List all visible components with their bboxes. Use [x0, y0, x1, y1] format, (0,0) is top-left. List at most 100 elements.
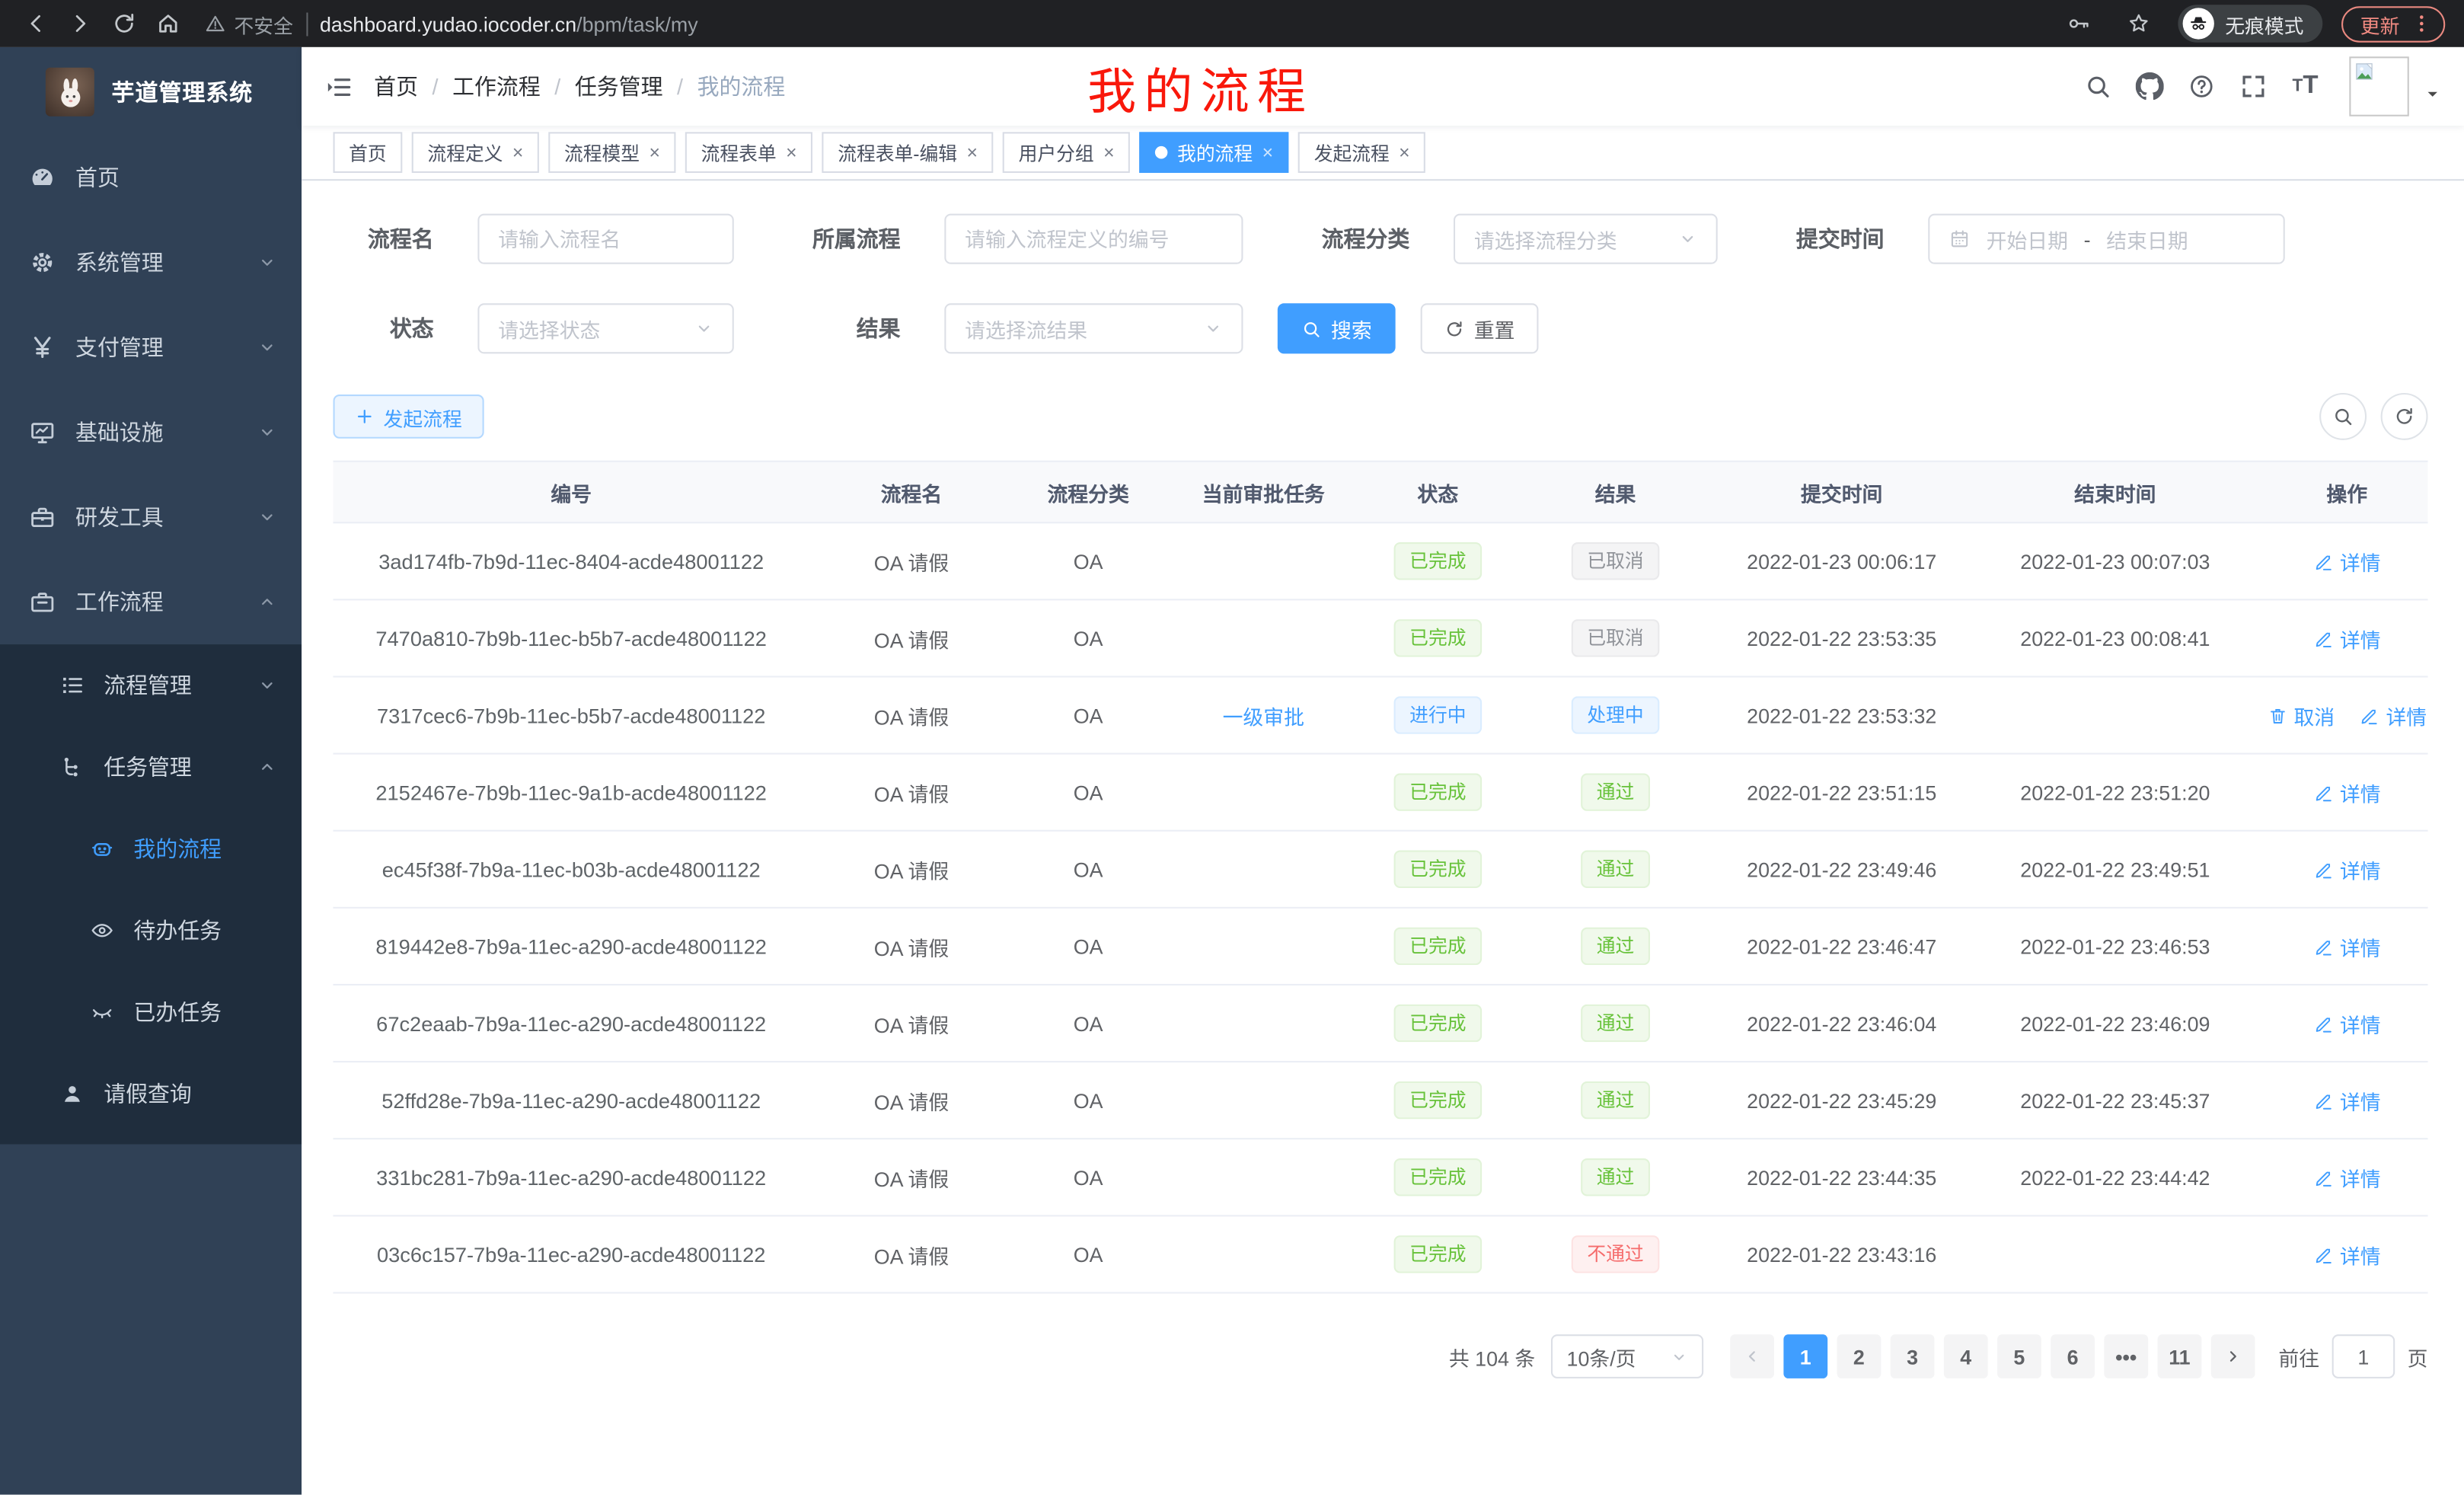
category-select[interactable]: 请选择流程分类 — [1454, 214, 1718, 264]
show-search-button[interactable] — [2319, 393, 2367, 440]
detail-action[interactable]: 详情 — [2313, 855, 2381, 884]
sidebar-item-icon — [28, 248, 56, 276]
browser-update-button[interactable]: 更新 — [2341, 5, 2445, 41]
next-page-button[interactable] — [2211, 1334, 2255, 1378]
sidebar-item-process-management[interactable]: 流程管理 — [0, 644, 302, 726]
sidebar-item[interactable]: 基础设施 — [0, 390, 302, 474]
sidebar-item[interactable]: 系统管理 — [0, 220, 302, 305]
tab[interactable]: 流程表单-编辑 × — [822, 132, 994, 173]
filter-process-name: 流程名 — [334, 214, 734, 264]
close-icon[interactable]: × — [1103, 143, 1114, 162]
page-number-button[interactable]: 2 — [1837, 1334, 1881, 1378]
tab[interactable]: 我的流程 × — [1140, 132, 1289, 173]
sidebar-item[interactable]: 支付管理 — [0, 305, 302, 389]
sidebar-subitem[interactable]: 已办任务 — [0, 971, 302, 1053]
date-range-picker[interactable]: 开始日期 - 结束日期 — [1928, 214, 2284, 264]
browser-back-button[interactable] — [16, 3, 57, 44]
page-number-button[interactable]: ••• — [2104, 1334, 2148, 1378]
close-icon[interactable]: × — [966, 143, 977, 162]
tab[interactable]: 首页 × — [334, 132, 403, 173]
table-header: 编号 流程名 流程分类 当前审批任务 状态 结果 提交时间 结束时间 操作 — [334, 461, 2428, 524]
detail-action[interactable]: 详情 — [2313, 931, 2381, 961]
page-size-select[interactable]: 10条/页 — [1551, 1334, 1703, 1378]
cell-id: 819442e8-7b9a-11ec-a290-acde48001122 — [334, 934, 809, 958]
browser-reload-button[interactable] — [104, 3, 145, 44]
process-name-input[interactable] — [477, 214, 733, 264]
page-size-value: 10条/页 — [1567, 1341, 1636, 1371]
sidebar-item-leave-query[interactable]: 请假查询 — [0, 1053, 302, 1135]
sidebar-subitem[interactable]: 我的流程 — [0, 808, 302, 890]
reset-button[interactable]: 重置 — [1421, 303, 1539, 353]
result-select[interactable]: 请选择流结果 — [944, 303, 1243, 353]
page-number-button[interactable]: 5 — [1997, 1334, 2041, 1378]
page-number-button[interactable]: 3 — [1891, 1334, 1935, 1378]
detail-action[interactable]: 详情 — [2313, 546, 2381, 576]
kebab-menu-icon[interactable] — [2411, 13, 2433, 35]
browser-forward-button[interactable] — [59, 3, 101, 44]
close-icon[interactable]: × — [786, 143, 796, 162]
search-button[interactable]: 搜索 — [1278, 303, 1396, 353]
sidebar-item-task-management[interactable]: 任务管理 — [0, 726, 302, 807]
refresh-button[interactable] — [2381, 393, 2428, 440]
breadcrumb-task-management[interactable]: 任务管理 — [575, 71, 663, 102]
browser-home-button[interactable] — [148, 3, 189, 44]
detail-action[interactable]: 详情 — [2313, 778, 2381, 807]
goto-page-input[interactable] — [2332, 1334, 2395, 1378]
page-content: 流程名 所属流程 流程分类 请选择流程分类 — [302, 180, 2464, 1494]
sidebar-item-icon — [28, 334, 56, 362]
cell-process-name: OA 请假 — [809, 1239, 1013, 1269]
breadcrumb-workflow[interactable]: 工作流程 — [452, 71, 541, 102]
question-icon[interactable] — [2182, 66, 2223, 107]
sidebar-item[interactable]: 首页 — [0, 135, 302, 219]
end-date-placeholder[interactable]: 结束日期 — [2106, 224, 2188, 254]
font-size-icon[interactable]: TT — [2285, 66, 2326, 107]
status-select[interactable]: 请选择状态 — [477, 303, 733, 353]
detail-action[interactable]: 详情 — [2313, 1008, 2381, 1038]
breadcrumb-home[interactable]: 首页 — [374, 71, 418, 102]
detail-action[interactable]: 详情 — [2313, 1085, 2381, 1115]
hamburger-icon[interactable] — [302, 72, 374, 101]
page-number-button[interactable]: 1 — [1783, 1334, 1827, 1378]
prev-page-button[interactable] — [1730, 1334, 1774, 1378]
close-icon[interactable]: × — [512, 143, 523, 162]
page-number-button[interactable]: 6 — [2051, 1334, 2095, 1378]
security-indicator[interactable]: 不安全 — [204, 8, 293, 38]
bookmark-star-icon[interactable] — [2118, 3, 2159, 44]
chevron-down-icon — [694, 319, 713, 338]
detail-action[interactable]: 详情 — [2313, 1162, 2381, 1192]
sidebar-item[interactable]: 工作流程 — [0, 560, 302, 644]
address-bar[interactable]: 不安全 dashboard.yudao.iocoder.cn/bpm/task/… — [204, 8, 2055, 38]
tab[interactable]: 流程定义 × — [412, 132, 539, 173]
tab[interactable]: 流程表单 × — [685, 132, 812, 173]
fullscreen-icon[interactable] — [2233, 66, 2274, 107]
cancel-action[interactable]: 取消 — [2267, 700, 2335, 730]
close-icon[interactable]: × — [1262, 143, 1273, 162]
start-process-button[interactable]: 发起流程 — [334, 395, 484, 439]
chevron-down-icon[interactable] — [2420, 69, 2448, 104]
status-badge: 已完成 — [1394, 619, 1483, 657]
start-date-placeholder[interactable]: 开始日期 — [1987, 224, 2068, 254]
detail-action[interactable]: 详情 — [2313, 1239, 2381, 1269]
sidebar-subitem[interactable]: 待办任务 — [0, 890, 302, 971]
tab[interactable]: 发起流程 × — [1298, 132, 1425, 173]
app-logo-row[interactable]: 芋道管理系统 — [0, 47, 302, 136]
tab[interactable]: 用户分组 × — [1003, 132, 1130, 173]
tab[interactable]: 流程模型 × — [548, 132, 675, 173]
detail-action[interactable]: 详情 — [2313, 623, 2381, 653]
github-icon[interactable] — [2129, 66, 2170, 107]
current-task-link[interactable]: 一级审批 — [1223, 700, 1304, 730]
avatar[interactable] — [2349, 56, 2408, 116]
cell-process-name: OA 请假 — [809, 1162, 1013, 1192]
owner-process-input[interactable] — [944, 214, 1243, 264]
key-icon[interactable] — [2058, 3, 2099, 44]
page-number-button[interactable]: 4 — [1944, 1334, 1988, 1378]
page-number-button[interactable]: 11 — [2158, 1334, 2202, 1378]
cell-category: OA — [1013, 781, 1163, 804]
update-label: 更新 — [2360, 8, 2400, 38]
close-icon[interactable]: × — [649, 143, 659, 162]
goto-label: 前往 — [2278, 1341, 2319, 1371]
close-icon[interactable]: × — [1399, 143, 1409, 162]
sidebar-item[interactable]: 研发工具 — [0, 474, 302, 559]
detail-action[interactable]: 详情 — [2359, 700, 2427, 730]
search-icon[interactable] — [2077, 66, 2118, 107]
